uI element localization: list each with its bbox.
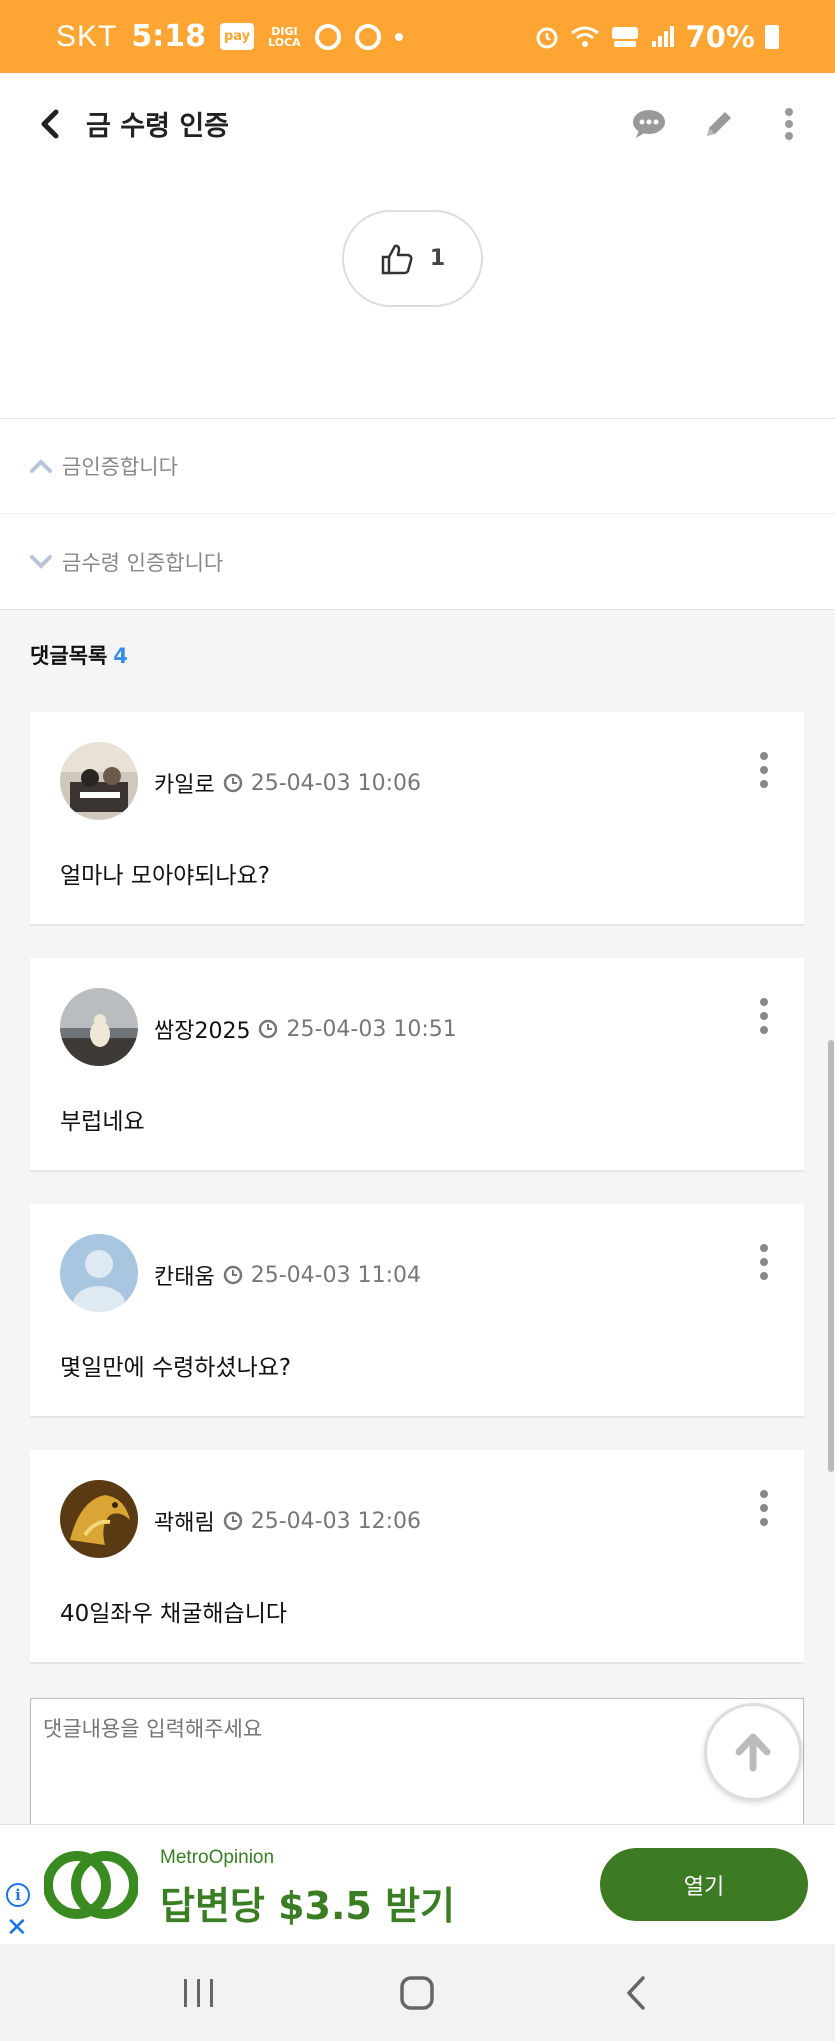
post-content: 1 [0, 174, 835, 419]
comments-header-label: 댓글목록 [30, 644, 108, 668]
next-post-title: 금수령 인증합니다 [62, 550, 224, 575]
comment-text: 얼마나 모아야되나요? [60, 863, 270, 889]
clock-icon [223, 773, 242, 793]
status-bar: SKT 5:18 pay DIGI LOCA 70% [0, 0, 835, 73]
chat-bubble-icon [633, 109, 665, 138]
avatar[interactable] [60, 742, 138, 820]
clock: 5:18 [131, 19, 206, 54]
battery-icon [765, 24, 779, 49]
chevron-left-icon [41, 109, 59, 138]
comment-author[interactable]: 칸태움 [154, 1259, 215, 1291]
ad-banner[interactable]: i ✕ MetroOpinion 답변당 $3.5 받기 열기 [0, 1824, 835, 1944]
next-post-link[interactable]: 금수령 인증합니다 [0, 514, 835, 609]
clock-icon [223, 1265, 242, 1285]
metroopinion-logo [44, 1851, 138, 1919]
comment-author[interactable]: 카일로 [154, 767, 215, 799]
app-bar: 금 수령 인증 [0, 73, 835, 174]
ad-brand: MetroOpinion [160, 1847, 275, 1868]
comment-more-button[interactable] [754, 752, 774, 788]
comment-more-button[interactable] [754, 1490, 774, 1526]
pay-icon: pay [219, 23, 255, 50]
ad-headline: 답변당 $3.5 받기 [160, 1884, 456, 1928]
comment-item: 카일로 25-04-03 10:06 얼마나 모아야되나요? [30, 712, 804, 926]
clock-icon [259, 1019, 278, 1039]
comments-button[interactable] [627, 102, 671, 146]
avatar[interactable] [60, 1480, 138, 1558]
notification-dot-icon [394, 32, 403, 41]
pencil-icon [707, 111, 731, 136]
home-icon [400, 1975, 435, 2010]
wifi-icon [570, 26, 599, 47]
comment-author[interactable]: 쌈장2025 [154, 1013, 250, 1045]
page-scrollbar[interactable] [828, 1040, 834, 1472]
signal-icon [651, 25, 674, 47]
scroll-to-top-button[interactable] [704, 1703, 802, 1801]
back-arrow-icon [627, 1975, 645, 2010]
thumbs-up-icon [381, 244, 413, 274]
chevron-down-icon [30, 554, 52, 569]
avatar[interactable] [60, 988, 138, 1066]
back-button[interactable] [28, 102, 72, 146]
comment-author[interactable]: 곽해림 [154, 1505, 215, 1537]
digi-loca-icon: DIGI LOCA [268, 26, 301, 48]
recent-apps-icon [184, 1978, 214, 2007]
comment-item: 곽해림 25-04-03 12:06 40일좌우 채굴해습니다 [30, 1450, 804, 1664]
ad-open-button[interactable]: 열기 [600, 1848, 808, 1921]
comment-date: 25-04-03 10:06 [250, 770, 421, 796]
home-button[interactable] [387, 1963, 447, 2023]
comment-more-button[interactable] [754, 1244, 774, 1280]
alarm-icon [536, 27, 558, 48]
system-nav-bar [0, 1944, 835, 2041]
comment-item: 쌈장2025 25-04-03 10:51 부럽네요 [30, 958, 804, 1172]
comment-text: 부럽네요 [60, 1109, 145, 1135]
chevron-up-icon [30, 459, 52, 473]
comments-header: 댓글목록 4 [30, 640, 128, 670]
back-nav-button[interactable] [606, 1963, 666, 2023]
loca-label: LOCA [268, 35, 301, 49]
recent-apps-button[interactable] [169, 1963, 229, 2023]
arrow-up-icon [735, 1733, 771, 1772]
comment-text: 40일좌우 채굴해습니다 [60, 1601, 288, 1627]
like-button[interactable]: 1 [342, 210, 483, 307]
comment-date: 25-04-03 12:06 [250, 1508, 421, 1534]
hd-voice-icon [611, 26, 638, 47]
more-vertical-icon [785, 107, 793, 140]
comment-date: 25-04-03 11:04 [250, 1262, 421, 1288]
comment-input[interactable] [30, 1698, 804, 1828]
battery-percent: 70% [685, 19, 755, 54]
avatar[interactable] [60, 1234, 138, 1312]
comment-more-button[interactable] [754, 998, 774, 1034]
chat-app-icon [354, 23, 381, 50]
ad-close-icon[interactable]: ✕ [6, 1915, 28, 1941]
prev-post-title: 금인증합니다 [62, 455, 178, 479]
comment-date: 25-04-03 10:51 [286, 1016, 457, 1042]
more-menu-button[interactable] [767, 102, 811, 146]
comment-item: 칸태움 25-04-03 11:04 몇일만에 수령하셨나요? [30, 1204, 804, 1418]
clock-icon [223, 1511, 242, 1531]
b-app-icon [314, 23, 341, 50]
carrier-label: SKT [56, 19, 118, 53]
prev-post-link[interactable]: 금인증합니다 [0, 419, 835, 514]
page-title: 금 수령 인증 [86, 111, 229, 142]
write-button[interactable] [697, 102, 741, 146]
like-count: 1 [429, 246, 446, 271]
comments-count: 4 [113, 644, 128, 668]
ad-info-icon[interactable]: i [6, 1883, 30, 1907]
comment-text: 몇일만에 수령하셨나요? [60, 1355, 292, 1381]
post-navigation: 금인증합니다 금수령 인증합니다 [0, 419, 835, 610]
